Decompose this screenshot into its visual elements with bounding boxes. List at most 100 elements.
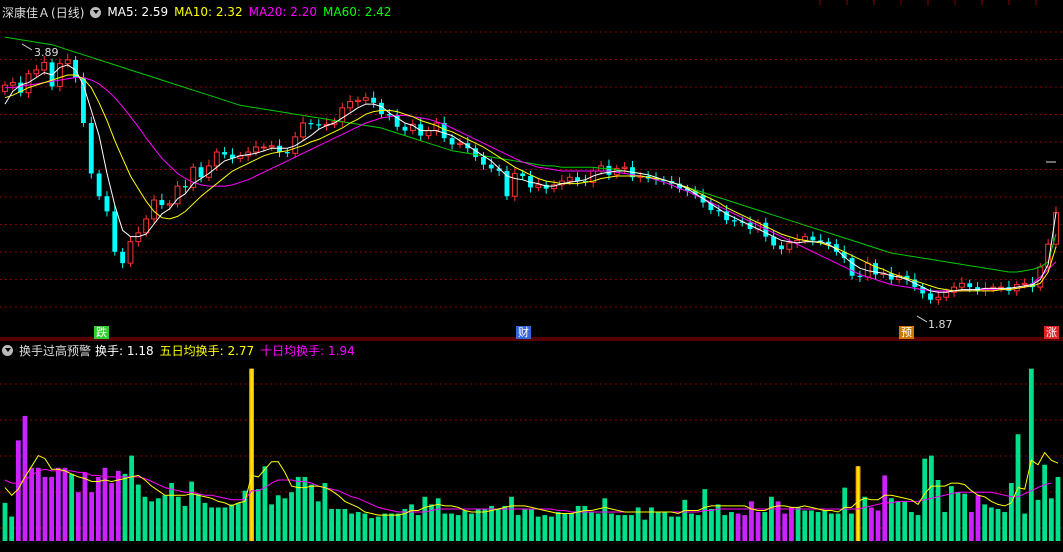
turnover-bar-high [755,512,761,541]
marker-badge-finance[interactable]: 财 [516,326,531,339]
marker-badge-fall[interactable]: 跌 [94,326,109,339]
turnover-bar [689,513,694,541]
candle-body-up [64,59,71,65]
turnover-bar [682,499,688,541]
turnover-bar [842,487,848,541]
period-label: (日线) [51,5,85,20]
turnover-bar [275,495,281,541]
marker-badge-warning[interactable]: 预 [899,326,914,339]
turnover-bar-alert-core [857,466,860,541]
turnover-bar [795,507,801,541]
candle-body-up [456,142,463,145]
turnover-bar [262,466,268,541]
turnover-bar [202,502,208,541]
turnover-bar [888,498,894,541]
candle-body-down [873,263,879,275]
turnover-bar [562,513,568,541]
turnover-bar-high [875,510,881,541]
sub-indicator-dropdown-icon[interactable] [2,344,13,356]
turnover-bar [988,507,994,541]
turnover-bar [655,512,661,541]
candle-body-down [159,200,165,206]
candle-body-down [779,245,784,250]
turnover-bar [409,504,414,541]
candle-body-up [135,232,142,243]
candle-body-up [1021,282,1028,286]
turnover-bar [609,513,614,541]
candle-body-up [425,130,432,137]
turnover-bar [615,515,621,541]
turnover-bar-high [789,507,794,541]
turnover-bar [302,476,308,541]
turnover-bar [549,516,554,541]
ma5-turnover-label: 五日均换手: 2.77 [159,343,255,358]
turnover-bar [908,512,914,541]
marker-badge-rise[interactable]: 涨 [1044,326,1059,339]
indicator-dropdown-icon[interactable] [90,6,102,18]
turnover-bar [622,515,628,541]
turnover-bar [862,496,868,541]
candle-body-down [481,157,486,165]
sub-indicator-name: 换手过高预警 [19,343,92,358]
candle-body-up [143,218,150,234]
turnover-bar [229,504,234,541]
candle-body-down [308,123,314,125]
turnover-bar [829,513,834,541]
turnover-bar-high [75,492,81,541]
turnover-bar [722,515,728,541]
turnover-bar [255,489,261,541]
turnover-bar [822,510,828,541]
turnover-bar [382,513,388,541]
turnover-bar [309,484,314,541]
turnover-bar [195,493,201,541]
turnover-bar [495,508,501,541]
candle-body-up [958,282,965,288]
turnover-bar [962,493,968,541]
candle-body-down [606,165,612,175]
candle-body-up [41,61,48,71]
candle-body-up [300,122,306,138]
turnover-bar-high [749,501,754,541]
candle-body-up [253,146,259,153]
turnover-bar [329,508,334,541]
turnover-bar [362,513,368,541]
candle-body-down [277,145,282,153]
main-chart-header: 深康佳Ａ (日线) MA5: 2.59 MA10: 2.32 MA20: 2.2… [2,3,397,21]
turnover-bar [569,513,574,541]
turnover-bar [322,483,328,541]
turnover-bar [1022,513,1028,541]
turnover-bar-high [89,492,95,541]
turnover-bar [209,507,215,541]
turnover-bar [515,515,521,541]
turnover-bar [942,512,948,541]
candle-body-down [88,123,94,174]
turnover-bar [342,508,348,541]
candle-body-down [371,97,377,103]
turnover-bar [662,512,668,541]
turnover-bar [142,496,148,541]
turnover-bar [502,505,508,541]
candle-body-up [355,99,361,103]
turnover-bar [835,513,841,541]
candle-body-up [935,296,942,301]
turnover-bar-high [115,470,121,541]
turnover-bar [555,512,561,541]
turnover-bar [1035,499,1041,541]
turnover-bar-high [42,476,48,541]
turnover-bar [815,512,821,541]
candle-body-up [166,203,173,206]
turnover-bar [182,505,188,541]
turnover-bar-high [35,467,41,541]
candle-body-down [120,251,126,264]
turnover-bar [769,496,774,541]
turnover-bar [355,512,361,541]
chart-canvas [0,0,1063,541]
candle-body-up [362,97,369,101]
turnover-bar [162,495,168,541]
candle-body-down [731,220,737,222]
turnover-bar-high [109,483,115,541]
low-price-arrow [916,315,928,323]
turnover-bar [462,510,468,541]
candle-body-down [182,186,188,188]
turnover-bar [522,508,528,541]
